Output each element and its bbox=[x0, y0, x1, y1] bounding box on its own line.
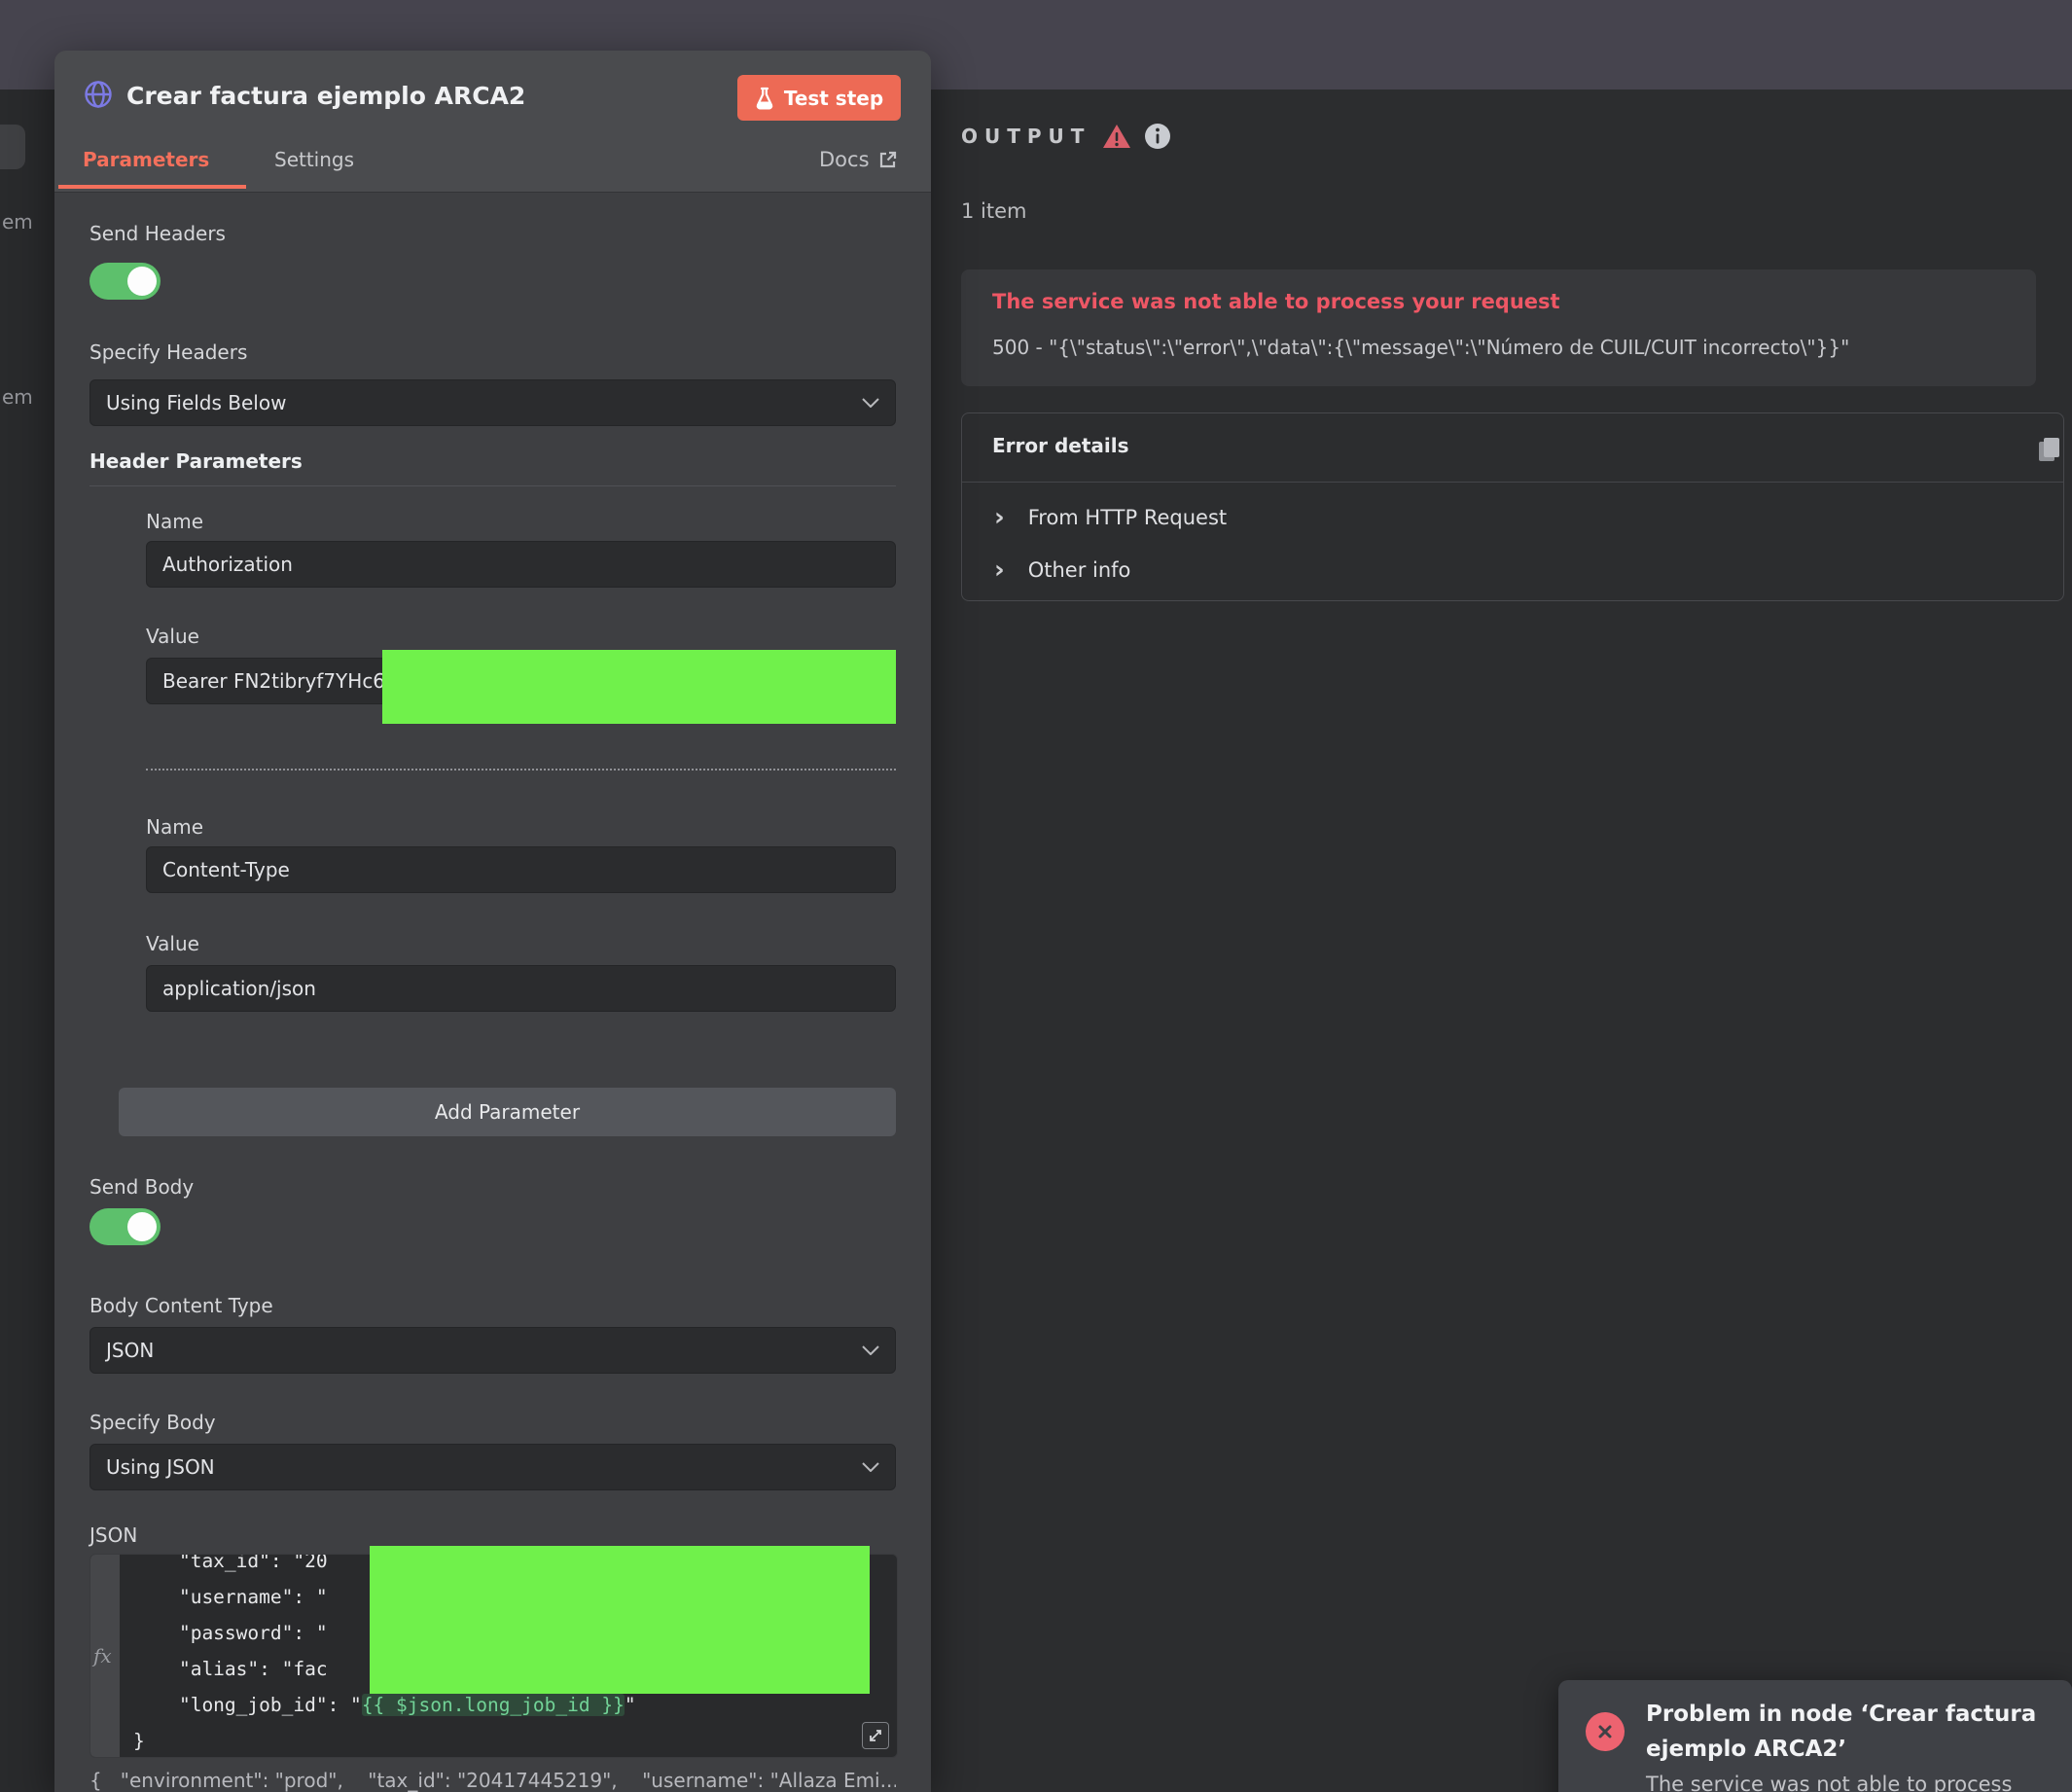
flask-icon bbox=[755, 87, 774, 110]
body-content-type-value: JSON bbox=[106, 1339, 154, 1362]
specify-headers-value: Using Fields Below bbox=[106, 391, 286, 414]
param-name-input[interactable] bbox=[146, 846, 896, 893]
error-toast-close-icon[interactable] bbox=[1586, 1712, 1625, 1751]
copy-icon-front bbox=[2044, 438, 2059, 457]
error-toast-title: Problem in node ‘Crear factura ejemplo A… bbox=[1646, 1697, 2045, 1767]
info-icon[interactable] bbox=[1144, 123, 1171, 150]
node-title: Crear factura ejemplo ARCA2 bbox=[126, 82, 525, 110]
tab-parameters[interactable]: Parameters bbox=[83, 148, 209, 171]
expand-editor-icon[interactable] bbox=[862, 1722, 889, 1749]
copy-icon[interactable] bbox=[2039, 438, 2062, 463]
canvas-left-strip bbox=[0, 90, 54, 1792]
node-settings-modal bbox=[54, 51, 931, 1792]
param-value-label: Value bbox=[146, 625, 199, 648]
node-modal-header bbox=[54, 51, 931, 193]
chevron-right-icon: › bbox=[994, 505, 1005, 530]
output-panel-title: OUTPUT bbox=[961, 125, 1090, 148]
error-toast-subtitle: The service was not able to process bbox=[1646, 1773, 2045, 1792]
test-step-label: Test step bbox=[784, 87, 883, 110]
param-value-input[interactable] bbox=[146, 965, 896, 1012]
app-window: em em OUTPUT 1 item The service was not … bbox=[0, 0, 2072, 1792]
param-item-divider bbox=[146, 769, 896, 771]
body-content-type-select[interactable]: JSON bbox=[89, 1327, 896, 1374]
error-message-title: The service was not able to process your… bbox=[992, 290, 1560, 313]
error-details-row-label: From HTTP Request bbox=[1028, 506, 1227, 529]
send-body-label: Send Body bbox=[89, 1175, 194, 1199]
specify-body-value: Using JSON bbox=[106, 1455, 215, 1479]
send-headers-label: Send Headers bbox=[89, 222, 226, 245]
chevron-down-icon bbox=[862, 1345, 879, 1355]
error-details-divider bbox=[962, 482, 2063, 483]
param-name-input[interactable] bbox=[146, 541, 896, 588]
add-parameter-label: Add Parameter bbox=[435, 1100, 580, 1124]
tab-settings[interactable]: Settings bbox=[274, 148, 354, 171]
docs-link-label: Docs bbox=[819, 148, 870, 171]
section-divider bbox=[89, 485, 896, 486]
chevron-down-icon bbox=[862, 1462, 879, 1472]
specify-body-label: Specify Body bbox=[89, 1411, 216, 1434]
active-tab-underline bbox=[58, 185, 246, 189]
specify-headers-label: Specify Headers bbox=[89, 340, 247, 364]
param-name-label: Name bbox=[146, 510, 203, 533]
clipped-node-shape bbox=[0, 125, 25, 169]
error-message-detail: 500 - "{\"status\":\"error\",\"data\":{\… bbox=[992, 336, 1849, 359]
specify-headers-select[interactable]: Using Fields Below bbox=[89, 379, 896, 426]
redaction-overlay bbox=[370, 1546, 870, 1694]
param-value-label: Value bbox=[146, 932, 199, 955]
toggle-knob bbox=[127, 267, 157, 296]
error-details-row-http-request[interactable]: › From HTTP Request bbox=[994, 492, 1227, 543]
clipped-canvas-text: em bbox=[2, 210, 33, 233]
param-name-label: Name bbox=[146, 815, 203, 839]
toggle-knob bbox=[127, 1212, 157, 1241]
output-items-count: 1 item bbox=[961, 199, 1026, 223]
body-content-type-label: Body Content Type bbox=[89, 1294, 273, 1317]
send-headers-toggle[interactable] bbox=[89, 263, 161, 300]
json-field-label: JSON bbox=[89, 1523, 137, 1547]
docs-link[interactable]: Docs bbox=[819, 148, 898, 171]
error-details-row-other-info[interactable]: › Other info bbox=[994, 545, 1130, 595]
chevron-down-icon bbox=[862, 398, 879, 408]
error-details-title: Error details bbox=[992, 434, 1129, 457]
expression-evaluated-preview: { "environment": "prod", "tax_id": "2041… bbox=[89, 1769, 896, 1792]
send-body-toggle[interactable] bbox=[89, 1208, 161, 1245]
error-details-row-label: Other info bbox=[1028, 558, 1131, 582]
chevron-right-icon: › bbox=[994, 557, 1005, 583]
warning-triangle-icon bbox=[1102, 123, 1131, 150]
http-globe-icon bbox=[84, 80, 113, 109]
test-step-button[interactable]: Test step bbox=[737, 75, 901, 121]
expression-token: {{ $json.long_job_id }} bbox=[362, 1694, 625, 1716]
external-link-icon bbox=[877, 150, 898, 170]
expression-fx-icon: fx bbox=[93, 1644, 112, 1667]
redaction-overlay bbox=[382, 650, 896, 724]
error-message-box bbox=[961, 269, 2036, 386]
specify-body-select[interactable]: Using JSON bbox=[89, 1444, 896, 1490]
clipped-canvas-text: em bbox=[2, 385, 33, 409]
header-parameters-heading: Header Parameters bbox=[89, 449, 303, 473]
add-parameter-button[interactable]: Add Parameter bbox=[119, 1088, 896, 1136]
